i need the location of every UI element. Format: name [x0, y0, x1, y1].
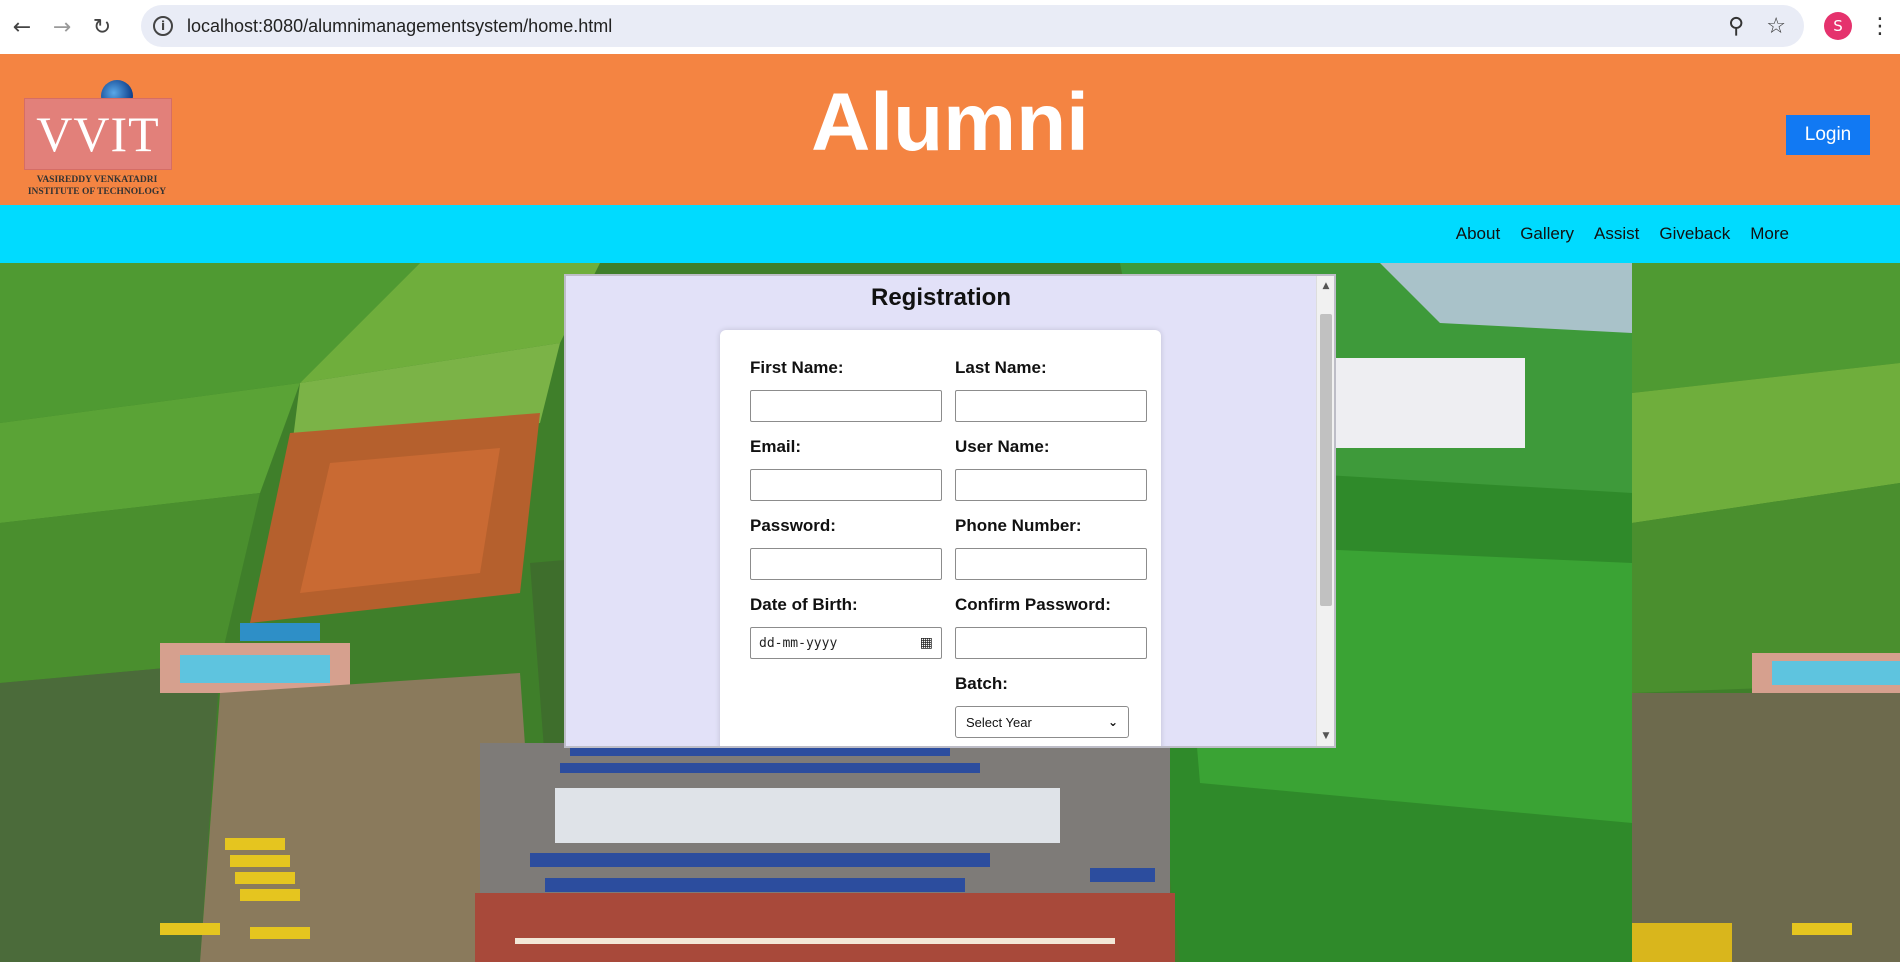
email-group: Email:: [750, 437, 942, 501]
dob-label: Date of Birth:: [750, 595, 858, 614]
user-name-input[interactable]: [955, 469, 1147, 501]
user-name-label: User Name:: [955, 437, 1050, 456]
nav-item-gallery[interactable]: Gallery: [1520, 224, 1574, 244]
nav-item-more[interactable]: More: [1750, 224, 1789, 244]
batch-select[interactable]: Select Year ⌄: [955, 706, 1129, 738]
nav-item-about[interactable]: About: [1456, 224, 1500, 244]
registration-title: Registration: [870, 284, 1011, 311]
dob-group: Date of Birth: dd-mm-yyyy ▦: [750, 595, 942, 659]
user-name-group: User Name:: [955, 437, 1147, 501]
password-input[interactable]: [750, 548, 942, 580]
chevron-down-icon: ⌄: [1107, 715, 1118, 729]
modal-scrollbar[interactable]: ▲ ▼: [1316, 276, 1334, 746]
scrollbar-thumb[interactable]: [1320, 314, 1332, 606]
phone-label: Phone Number:: [955, 516, 1082, 535]
first-name-input[interactable]: [750, 390, 942, 422]
logo-subtitle: VASIREDDY VENKATADRI INSTITUTE OF TECHNO…: [22, 174, 172, 198]
main-nav: About Gallery Assist Giveback More: [0, 205, 1900, 263]
email-input[interactable]: [750, 469, 942, 501]
logo-subtitle-line1: VASIREDDY VENKATADRI: [36, 175, 158, 185]
scroll-down-arrow-icon[interactable]: ▼: [1317, 728, 1334, 744]
address-bar[interactable]: i localhost:8080/alumnimanagementsystem/…: [141, 5, 1804, 47]
batch-group: Batch: Select Year ⌄: [955, 674, 1147, 738]
batch-label: Batch:: [955, 674, 1008, 693]
login-button[interactable]: Login: [1786, 115, 1870, 155]
back-arrow-icon[interactable]: ←: [2, 7, 42, 47]
site-header: VVIT VASIREDDY VENKATADRI INSTITUTE OF T…: [0, 54, 1900, 205]
reload-icon[interactable]: ↻: [82, 7, 122, 47]
campus-photo-repeat: [1632, 263, 1900, 962]
batch-selected-value: Select Year: [966, 714, 1032, 730]
first-name-label: First Name:: [750, 358, 844, 377]
bookmark-star-icon[interactable]: ☆: [1766, 14, 1786, 39]
nav-item-giveback[interactable]: Giveback: [1659, 224, 1730, 244]
phone-group: Phone Number:: [955, 516, 1147, 580]
password-label: Password:: [750, 516, 836, 535]
confirm-password-group: Confirm Password:: [955, 595, 1147, 659]
scroll-up-arrow-icon[interactable]: ▲: [1317, 278, 1334, 294]
campus-aerial-illustration-repeat: [1632, 263, 1900, 962]
nav-item-assist[interactable]: Assist: [1594, 224, 1639, 244]
last-name-input[interactable]: [955, 390, 1147, 422]
phone-input[interactable]: [955, 548, 1147, 580]
dob-placeholder: dd-mm-yyyy: [759, 635, 838, 651]
dob-input[interactable]: dd-mm-yyyy ▦: [750, 627, 942, 659]
url-text[interactable]: localhost:8080/alumnimanagementsystem/ho…: [187, 16, 612, 37]
calendar-icon[interactable]: ▦: [920, 635, 933, 651]
more-menu-icon[interactable]: ⋮: [1868, 10, 1892, 42]
forward-arrow-icon[interactable]: →: [42, 7, 82, 47]
first-name-group: First Name:: [750, 358, 942, 422]
browser-toolbar: ← → ↻ i localhost:8080/alumnimanagements…: [0, 0, 1900, 54]
last-name-label: Last Name:: [955, 358, 1047, 377]
site-info-icon[interactable]: i: [153, 16, 173, 36]
registration-form: First Name: Last Name: Email: User Name:…: [720, 330, 1161, 746]
confirm-password-input[interactable]: [955, 627, 1147, 659]
profile-avatar[interactable]: S: [1824, 12, 1852, 40]
logo-subtitle-line2: INSTITUTE OF TECHNOLOGY: [27, 187, 167, 197]
registration-modal: Registration First Name: Last Name: Emai…: [564, 274, 1336, 748]
email-label: Email:: [750, 437, 802, 456]
page-title: Alumni: [811, 77, 1089, 168]
confirm-password-label: Confirm Password:: [955, 595, 1111, 614]
zoom-icon[interactable]: ⚲: [1728, 14, 1744, 39]
password-group: Password:: [750, 516, 942, 580]
last-name-group: Last Name:: [955, 358, 1147, 422]
